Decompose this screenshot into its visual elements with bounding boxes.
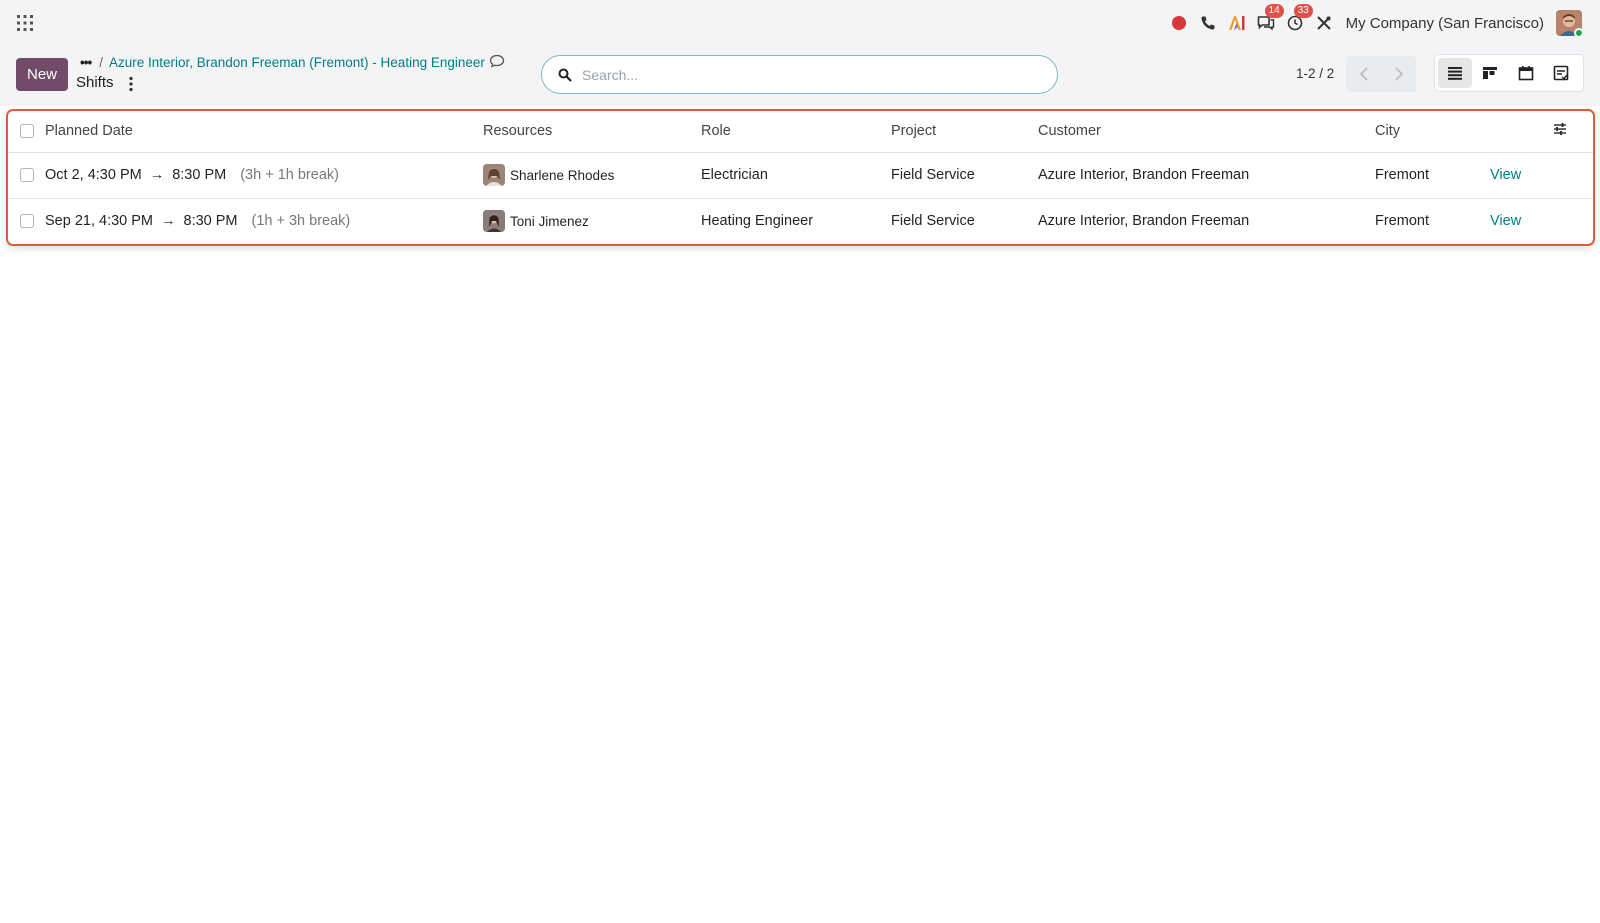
- resource-avatar: [483, 210, 505, 233]
- column-header-role[interactable]: Role: [701, 111, 891, 153]
- pager-buttons: [1346, 56, 1416, 92]
- navbar-systray: 14 33 My Company (San Francisco): [1164, 4, 1582, 38]
- record-icon[interactable]: [1165, 9, 1193, 37]
- apps-grid-icon[interactable]: [16, 14, 34, 32]
- resource-name: Sharlene Rhodes: [510, 167, 615, 183]
- chat-bubble-icon[interactable]: [489, 54, 505, 71]
- column-header-actions: [1490, 111, 1553, 153]
- calendar-view-button[interactable]: [1509, 58, 1543, 88]
- customer-cell: Azure Interior, Brandon Freeman: [1038, 213, 1250, 230]
- tools-icon[interactable]: [1310, 9, 1338, 37]
- new-button[interactable]: New: [16, 58, 68, 91]
- calendar-view-icon: [1518, 66, 1534, 81]
- role-cell: Electrician: [701, 152, 891, 199]
- customer-cell: Azure Interior, Brandon Freeman: [1038, 152, 1375, 199]
- project-cell: Field Service: [891, 213, 975, 230]
- view-switcher: [1434, 54, 1584, 92]
- list-view-icon: [1447, 67, 1462, 80]
- row-select-cell: [8, 152, 45, 199]
- view-button[interactable]: View: [1490, 167, 1521, 183]
- pager-next-button[interactable]: [1381, 56, 1416, 92]
- header-select-cell: [8, 111, 45, 153]
- city-cell: Fremont: [1375, 213, 1429, 230]
- shifts-table: Planned Date Resources Role Project Cust…: [8, 111, 1593, 244]
- shift-break: (1h + 3h break): [251, 213, 351, 230]
- arrow-right-icon: →: [149, 167, 165, 183]
- activity-view-icon: [1553, 65, 1569, 81]
- actions-kebab-icon[interactable]: [124, 75, 138, 93]
- chevron-right-icon: [1394, 67, 1403, 81]
- search-icon: [558, 68, 572, 82]
- role-cell: Heating Engineer: [701, 213, 814, 230]
- clock-icon[interactable]: 33: [1281, 4, 1313, 37]
- table-row[interactable]: Oct 2, 4:30 PM → 8:30 PM (3h + 1h break) Sh…: [8, 152, 1593, 199]
- action-cell: View: [1490, 198, 1553, 244]
- pivot-view-button[interactable]: [1545, 58, 1579, 88]
- planned-date-cell: Sep 21, 4:30 PM → 8:30 PM (1h + 3h break): [45, 198, 483, 244]
- column-header-resources[interactable]: Resources: [483, 111, 701, 153]
- row-filler-cell: [1553, 152, 1593, 199]
- shifts-list: Planned Date Resources Role Project Cust…: [6, 109, 1595, 246]
- project-cell: Field Service: [891, 152, 1038, 199]
- column-header-city[interactable]: City: [1375, 111, 1490, 153]
- column-header-customer[interactable]: Customer: [1038, 111, 1375, 153]
- phone-icon[interactable]: [1194, 9, 1222, 37]
- row-checkbox[interactable]: [20, 214, 34, 229]
- row-filler-cell: [1553, 198, 1593, 244]
- breadcrumb-collapsed[interactable]: •••: [80, 55, 92, 70]
- pager-value[interactable]: 1-2 / 2: [1296, 66, 1334, 81]
- resource-name: Toni Jimenez: [510, 213, 589, 229]
- user-avatar[interactable]: [1556, 10, 1582, 36]
- chat-icon[interactable]: 14: [1252, 4, 1284, 37]
- row-checkbox[interactable]: [20, 168, 34, 182]
- list-view-button[interactable]: [1438, 58, 1472, 88]
- company-switcher[interactable]: My Company (San Francisco): [1346, 15, 1544, 32]
- gantt-view-button[interactable]: [1474, 58, 1508, 88]
- city-cell: Fremont: [1375, 152, 1490, 199]
- online-status-icon: [1574, 28, 1582, 36]
- optional-columns-icon[interactable]: [1553, 122, 1567, 136]
- search-input[interactable]: [582, 66, 1022, 83]
- breadcrumb-separator: /: [99, 55, 103, 70]
- column-header-project[interactable]: Project: [891, 111, 1038, 153]
- shift-end: 8:30 PM: [183, 213, 238, 230]
- top-navbar: 14 33 My Company (San Francisco): [0, 0, 1600, 46]
- resource-cell: Sharlene Rhodes: [483, 152, 701, 199]
- select-all-checkbox[interactable]: [20, 124, 34, 139]
- column-header-planned-date[interactable]: Planned Date: [45, 111, 483, 153]
- shift-end: 8:30 PM: [172, 167, 227, 183]
- shift-break: (3h + 1h break): [240, 167, 339, 183]
- arrow-right-icon: →: [161, 213, 176, 230]
- page-title: Shifts: [76, 74, 114, 91]
- header-settings-cell: [1553, 111, 1593, 153]
- gantt-view-icon: [1483, 67, 1498, 79]
- shift-start: Oct 2, 4:30 PM: [45, 167, 142, 183]
- breadcrumb: ••• / Azure Interior, Brandon Freeman (F…: [80, 54, 505, 71]
- search-bar[interactable]: [541, 55, 1058, 94]
- ai-icon[interactable]: [1223, 9, 1251, 37]
- resource-cell: Toni Jimenez: [483, 198, 701, 244]
- chevron-left-icon: [1359, 67, 1368, 81]
- resource-avatar: [483, 164, 505, 186]
- row-select-cell: [8, 198, 45, 244]
- pager-previous-button[interactable]: [1346, 56, 1381, 92]
- shift-start: Sep 21, 4:30 PM: [45, 213, 154, 230]
- breadcrumb-parent-link[interactable]: Azure Interior, Brandon Freeman (Fremont…: [109, 55, 485, 70]
- action-cell: View: [1490, 152, 1553, 199]
- view-button[interactable]: View: [1490, 213, 1521, 229]
- table-header-row: Planned Date Resources Role Project Cust…: [8, 111, 1593, 153]
- planned-date-cell: Oct 2, 4:30 PM → 8:30 PM (3h + 1h break): [45, 152, 483, 199]
- table-row[interactable]: Sep 21, 4:30 PM → 8:30 PM (1h + 3h break) T…: [8, 198, 1593, 244]
- control-panel: New ••• / Azure Interior, Brandon Freema…: [0, 46, 1600, 106]
